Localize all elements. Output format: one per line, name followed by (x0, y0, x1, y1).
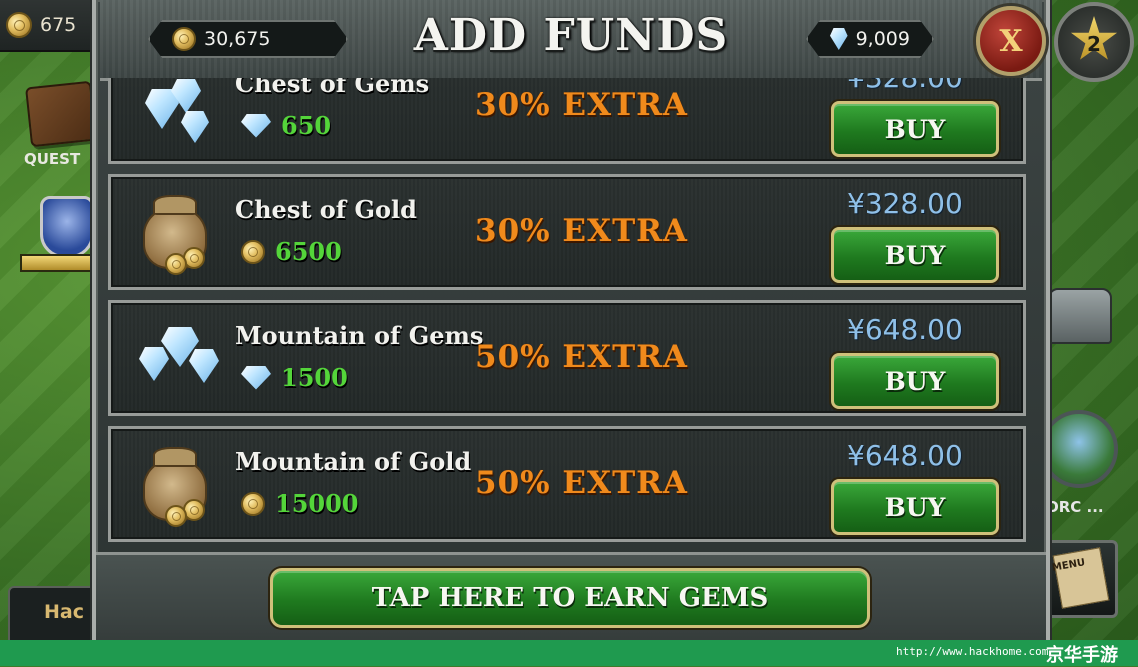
offer-price: ¥648.00 (847, 313, 963, 346)
diamond-icon (241, 365, 271, 390)
offer-bonus: 30% EXTRA (475, 213, 688, 249)
offer-name: Chest of Gold (235, 195, 417, 224)
offer-bonus: 50% EXTRA (475, 465, 688, 501)
offer-price: ¥328.00 (847, 187, 963, 220)
offer-amount-value: 6500 (275, 237, 342, 266)
watermark-url: http://www.hackhome.com (896, 645, 1049, 658)
gold-balance-value: 30,675 (204, 28, 271, 50)
offer-row: Chest of Gold 6500 30% EXTRA ¥328.00 BUY (108, 174, 1026, 290)
treasure-chest-icon[interactable] (1048, 288, 1112, 344)
offer-row: Mountain of Gold 15000 50% EXTRA ¥648.00… (108, 426, 1026, 542)
menu-scroll-icon[interactable] (1046, 540, 1118, 618)
level-badge[interactable]: 2 (1054, 2, 1134, 82)
gem-pile-icon (135, 317, 219, 397)
offer-amount: 6500 (241, 237, 342, 266)
offer-name: Mountain of Gems (235, 321, 484, 350)
buy-button[interactable]: BUY (831, 101, 999, 157)
level-number: 2 (1087, 32, 1101, 56)
offer-price: ¥328.00 (847, 78, 977, 94)
offer-amount-value: 650 (281, 111, 332, 140)
gem-balance: 9,009 (806, 20, 934, 58)
gold-coin-icon (6, 12, 32, 38)
watermark-brand: 京华手游 (1046, 645, 1118, 666)
offer-row: Mountain of Gems 1500 50% EXTRA ¥648.00 … (108, 300, 1026, 416)
gem-balance-value: 9,009 (855, 28, 910, 50)
close-icon: X (999, 23, 1023, 59)
shield-icon[interactable] (40, 196, 94, 258)
buy-button[interactable]: BUY (831, 479, 999, 535)
offer-bonus: 30% EXTRA (475, 87, 688, 123)
quest-label: QUEST (24, 150, 81, 168)
offer-name: Mountain of Gold (235, 447, 472, 476)
gold-bag-icon (135, 191, 215, 275)
hack-label: Hac (44, 601, 84, 623)
quest-book-icon[interactable] (25, 80, 97, 148)
gold-coin-icon (241, 239, 265, 264)
coin-count: 675 (40, 14, 77, 36)
gem-pile-icon (135, 78, 215, 145)
offer-price: ¥648.00 (847, 439, 963, 472)
offer-list[interactable]: Chest of Gems 650 30% EXTRA ¥328.00 BUY … (108, 78, 1028, 550)
gold-balance: 30,675 (148, 20, 348, 58)
coin-counter: 675 (6, 12, 76, 38)
earn-gems-button[interactable]: TAP HERE TO EARN GEMS (270, 568, 870, 628)
diamond-icon (241, 113, 271, 138)
gold-bag-icon (135, 443, 215, 527)
orc-label: ORC ... (1046, 498, 1104, 516)
close-button[interactable]: X (976, 6, 1046, 76)
offer-amount: 650 (241, 111, 331, 140)
offer-amount-value: 15000 (275, 489, 359, 518)
buy-button[interactable]: BUY (831, 227, 999, 283)
offer-amount-value: 1500 (281, 363, 348, 392)
map-icon[interactable] (1040, 410, 1118, 488)
offer-amount: 15000 (241, 489, 359, 518)
diamond-icon (830, 28, 848, 50)
offer-name: Chest of Gems (235, 78, 430, 98)
gold-coin-icon (172, 27, 196, 51)
buy-button[interactable]: BUY (831, 353, 999, 409)
offer-row: Chest of Gems 650 30% EXTRA ¥328.00 BUY (108, 78, 1026, 164)
offer-bonus: 50% EXTRA (475, 339, 688, 375)
gold-coin-icon (241, 491, 265, 516)
offer-amount: 1500 (241, 363, 348, 392)
